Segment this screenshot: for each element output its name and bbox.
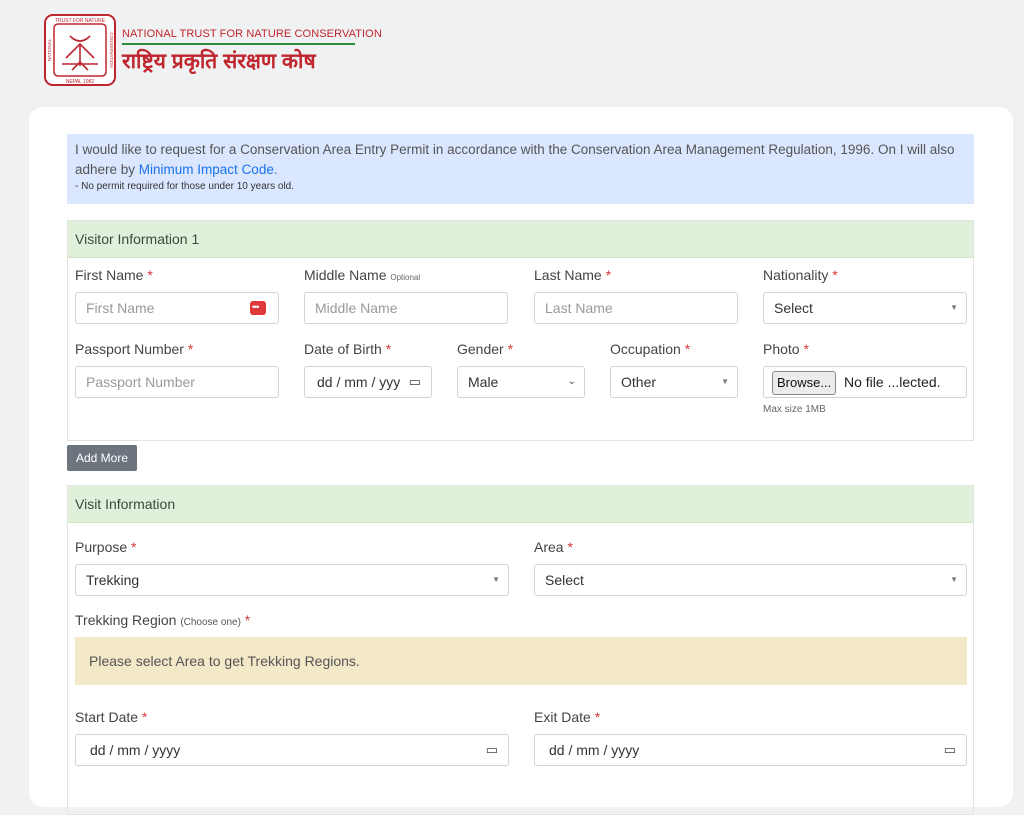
trekking-region-label: Trekking Region (Choose one) * (75, 612, 251, 628)
purpose-label: Purpose * (75, 539, 137, 555)
browse-button[interactable]: Browse... (772, 371, 837, 395)
age-note: - No permit required for those under 10 … (75, 181, 294, 192)
ntnc-logo[interactable]: TRUST FOR NATURE NEPAL 1982 NATIONAL CON… (44, 14, 116, 86)
calendar-icon[interactable]: ▭ (409, 367, 421, 397)
nationality-select[interactable]: Select ▼ (763, 292, 967, 324)
last-name-label: Last Name * (534, 267, 612, 283)
info-notice: I would like to request for a Conservati… (67, 134, 974, 204)
first-name-label: First Name * (75, 267, 153, 283)
caret-down-icon: ▼ (950, 303, 958, 312)
calendar-icon[interactable]: ▭ (486, 735, 498, 765)
minimum-impact-code-link[interactable]: Minimum Impact Code. (139, 162, 278, 177)
dob-label: Date of Birth * (304, 341, 392, 357)
caret-down-icon: ▼ (492, 575, 500, 584)
middle-name-input[interactable]: Middle Name (304, 292, 508, 324)
occupation-label: Occupation * (610, 341, 691, 357)
occupation-select[interactable]: Other ▼ (610, 366, 738, 398)
max-size-note: Max size 1MB (763, 404, 826, 415)
gender-select[interactable]: Male ⌄ (457, 366, 585, 398)
visitor-info-title: Visitor Information 1 (68, 221, 973, 258)
photo-file-input[interactable]: Browse... No file ...lected. (763, 366, 967, 398)
caret-down-icon: ▼ (721, 377, 729, 386)
logo-text-bottom: NEPAL 1982 (66, 79, 95, 85)
logo-text-right: CONSERVATION (109, 32, 114, 67)
file-name-text: No file ...lected. (844, 374, 941, 390)
chevron-down-icon: ⌄ (567, 376, 576, 387)
dob-input[interactable]: dd / mm / yyy ▭ (304, 366, 432, 398)
brand-name-nepali: राष्ट्रिय प्रकृति संरक्षण कोष (122, 50, 316, 73)
passport-label: Passport Number * (75, 341, 194, 357)
gender-label: Gender * (457, 341, 514, 357)
visit-info-title: Visit Information (68, 486, 973, 523)
visit-info-section: Visit Information Purpose * Trekking ▼ Ar… (67, 485, 974, 815)
last-name-input[interactable]: Last Name (534, 292, 738, 324)
exit-date-input[interactable]: dd / mm / yyyy ▭ (534, 734, 967, 766)
passport-input[interactable]: Passport Number (75, 366, 279, 398)
visitor-info-section: Visitor Information 1 First Name * First… (67, 220, 974, 441)
brand-underline (122, 43, 355, 45)
first-name-input[interactable]: First Name (75, 292, 279, 324)
middle-name-label: Middle Name Optional (304, 267, 421, 283)
password-manager-icon[interactable] (250, 292, 266, 322)
header: TRUST FOR NATURE NEPAL 1982 NATIONAL CON… (44, 14, 444, 88)
photo-label: Photo * (763, 341, 809, 357)
logo-text-left: NATIONAL (47, 38, 52, 61)
add-more-button[interactable]: Add More (67, 445, 137, 471)
caret-down-icon: ▼ (950, 575, 958, 584)
area-select[interactable]: Select ▼ (534, 564, 967, 596)
exit-date-label: Exit Date * (534, 709, 601, 725)
calendar-icon[interactable]: ▭ (944, 735, 956, 765)
start-date-label: Start Date * (75, 709, 148, 725)
start-date-input[interactable]: dd / mm / yyyy ▭ (75, 734, 509, 766)
brand-name-english: NATIONAL TRUST FOR NATURE CONSERVATION (122, 28, 382, 40)
permit-form-card: I would like to request for a Conservati… (29, 107, 1013, 815)
area-label: Area * (534, 539, 573, 555)
logo-text-top: TRUST FOR NATURE (55, 18, 106, 24)
trekking-region-message: Please select Area to get Trekking Regio… (75, 637, 967, 685)
nationality-label: Nationality * (763, 267, 838, 283)
purpose-select[interactable]: Trekking ▼ (75, 564, 509, 596)
